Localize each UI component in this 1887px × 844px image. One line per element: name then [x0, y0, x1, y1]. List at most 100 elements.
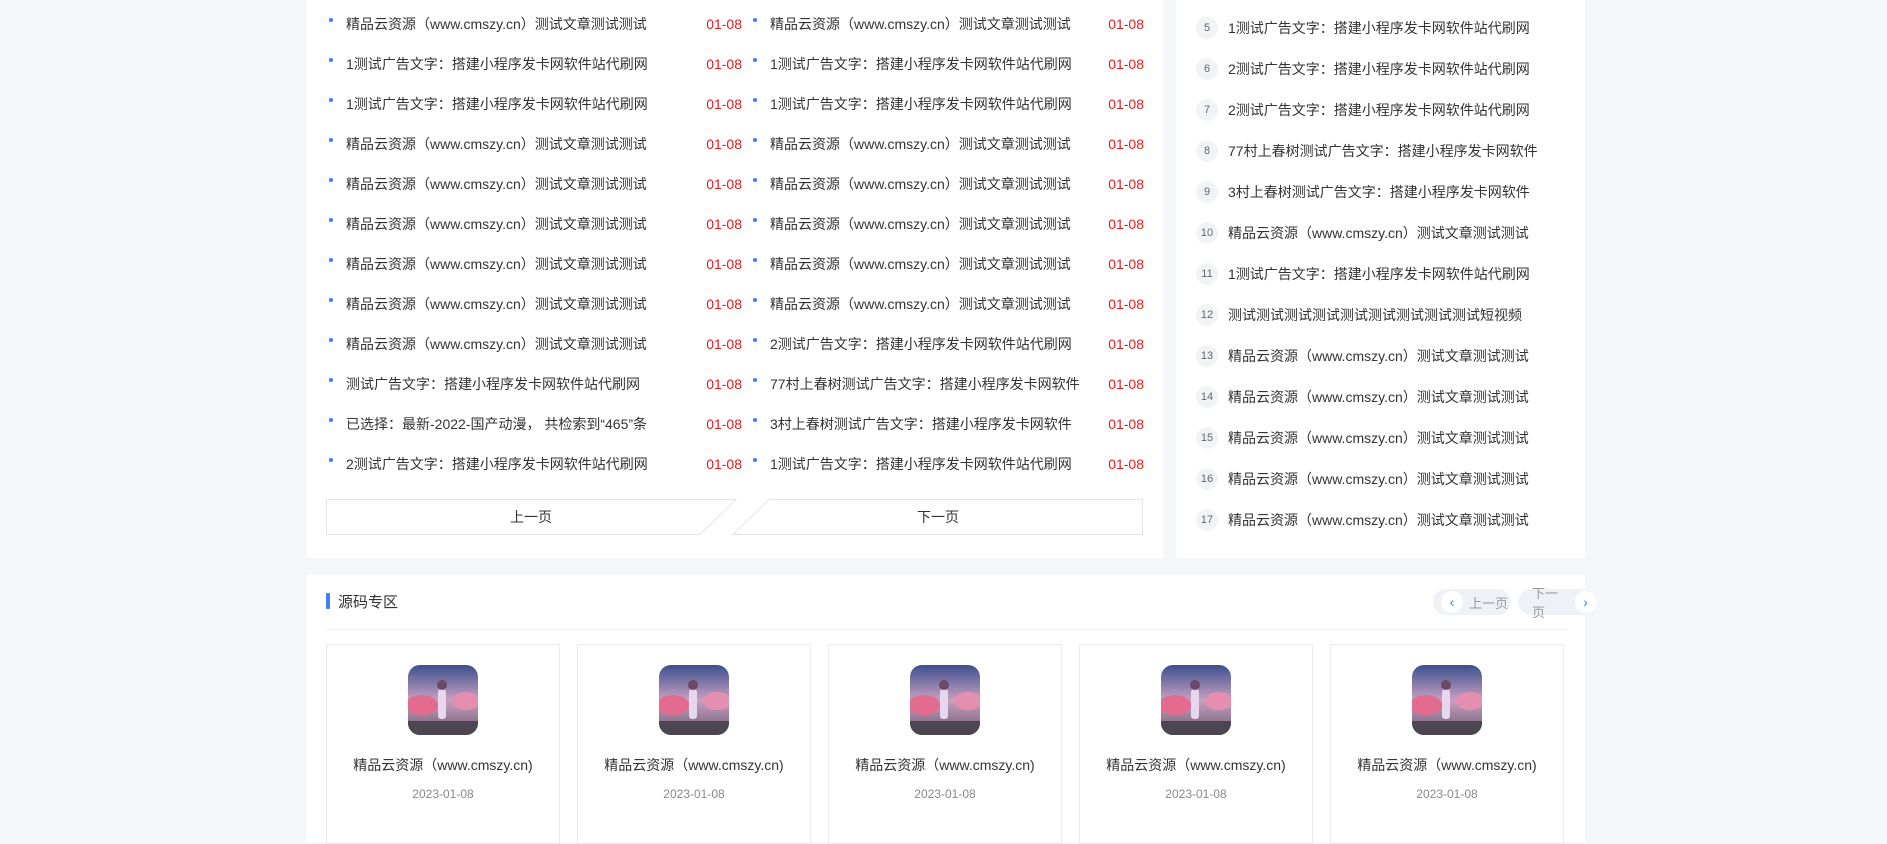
ranking-item[interactable]: 11 1测试广告文字：搭建小程序发卡网软件站代刷网: [1196, 253, 1538, 294]
article-date: 01-08: [706, 376, 742, 392]
article-date: 01-08: [1108, 216, 1144, 232]
article-item[interactable]: 精品云资源（www.cmszy.cn）测试文章测试测试 01-08: [326, 324, 750, 364]
ranking-title: 精品云资源（www.cmszy.cn）测试文章测试测试: [1228, 347, 1529, 364]
ranking-item[interactable]: 10 精品云资源（www.cmszy.cn）测试文章测试测试: [1196, 212, 1538, 253]
article-title: 测试广告文字：搭建小程序发卡网软件站代刷网: [346, 376, 640, 392]
article-date: 01-08: [706, 416, 742, 432]
bullet-dot-icon: [753, 218, 757, 222]
section-prev-button[interactable]: ‹ 上一页: [1433, 589, 1511, 615]
article-list: 精品云资源（www.cmszy.cn）测试文章测试测试 01-08 精品云资源（w…: [326, 0, 1144, 484]
article-item[interactable]: 精品云资源（www.cmszy.cn）测试文章测试测试 01-08: [750, 124, 1144, 164]
ranking-item[interactable]: 7 2测试广告文字：搭建小程序发卡网软件站代刷网: [1196, 89, 1538, 130]
article-item[interactable]: 精品云资源（www.cmszy.cn）测试文章测试测试 01-08: [750, 284, 1144, 324]
article-title: 77村上春树测试广告文字：搭建小程序发卡网软件: [770, 376, 1080, 392]
section-title: 源码专区: [338, 594, 399, 611]
card-title: 精品云资源（www.cmszy.cn): [1357, 757, 1537, 773]
bullet-dot-icon: [329, 418, 333, 422]
ranking-title: 精品云资源（www.cmszy.cn）测试文章测试测试: [1228, 429, 1529, 446]
ranking-title: 2测试广告文字：搭建小程序发卡网软件站代刷网: [1228, 101, 1530, 118]
article-item[interactable]: 测试广告文字：搭建小程序发卡网软件站代刷网 01-08: [326, 364, 750, 404]
bullet-dot-icon: [753, 458, 757, 462]
article-date: 01-08: [1108, 296, 1144, 312]
ranking-item[interactable]: 9 3村上春树测试广告文字：搭建小程序发卡网软件: [1196, 171, 1538, 212]
resource-card[interactable]: 精品云资源（www.cmszy.cn) 2023-01-08: [828, 644, 1062, 844]
rank-number: 17: [1196, 508, 1218, 531]
ranking-item[interactable]: 13 精品云资源（www.cmszy.cn）测试文章测试测试: [1196, 335, 1538, 376]
card-title: 精品云资源（www.cmszy.cn): [604, 757, 784, 773]
article-item[interactable]: 精品云资源（www.cmszy.cn）测试文章测试测试 01-08: [326, 164, 750, 204]
resource-card[interactable]: 精品云资源（www.cmszy.cn) 2023-01-08: [1079, 644, 1313, 844]
ranking-title: 2测试广告文字：搭建小程序发卡网软件站代刷网: [1228, 60, 1530, 77]
article-title: 精品云资源（www.cmszy.cn）测试文章测试测试: [770, 296, 1071, 312]
ranking-item[interactable]: 12 测试测试测试测试测试测试测试测试测试短视频: [1196, 294, 1538, 335]
article-item[interactable]: 2测试广告文字：搭建小程序发卡网软件站代刷网 01-08: [326, 444, 750, 484]
ranking-item[interactable]: 14 精品云资源（www.cmszy.cn）测试文章测试测试: [1196, 376, 1538, 417]
rank-number: 10: [1196, 221, 1218, 244]
section-header: 源码专区 ‹ 上一页 下一页 ›: [326, 575, 1596, 630]
article-item[interactable]: 精品云资源（www.cmszy.cn）测试文章测试测试 01-08: [326, 204, 750, 244]
article-title: 精品云资源（www.cmszy.cn）测试文章测试测试: [346, 296, 647, 312]
article-item[interactable]: 1测试广告文字：搭建小程序发卡网软件站代刷网 01-08: [750, 84, 1144, 124]
section-next-button[interactable]: 下一页 ›: [1518, 586, 1596, 620]
article-item[interactable]: 精品云资源（www.cmszy.cn）测试文章测试测试 01-08: [750, 204, 1144, 244]
article-item[interactable]: 精品云资源（www.cmszy.cn）测试文章测试测试 01-08: [326, 124, 750, 164]
article-date: 01-08: [1108, 136, 1144, 152]
ranking-title: 精品云资源（www.cmszy.cn）测试文章测试测试: [1228, 511, 1529, 528]
bullet-dot-icon: [329, 58, 333, 62]
article-date: 01-08: [706, 176, 742, 192]
rank-number: 8: [1196, 139, 1218, 162]
card-date: 2023-01-08: [1165, 787, 1227, 801]
bullet-dot-icon: [329, 138, 333, 142]
ranking-title: 1测试广告文字：搭建小程序发卡网软件站代刷网: [1228, 265, 1530, 282]
bullet-dot-icon: [753, 18, 757, 22]
next-page-button[interactable]: 下一页: [733, 499, 1143, 535]
bullet-dot-icon: [329, 218, 333, 222]
article-title: 1测试广告文字：搭建小程序发卡网软件站代刷网: [770, 96, 1072, 112]
article-date: 01-08: [1108, 256, 1144, 272]
prev-page-button[interactable]: 上一页: [326, 499, 736, 535]
ranking-item[interactable]: 15 精品云资源（www.cmszy.cn）测试文章测试测试: [1196, 417, 1538, 458]
card-title: 精品云资源（www.cmszy.cn): [353, 757, 533, 773]
article-item[interactable]: 精品云资源（www.cmszy.cn）测试文章测试测试 01-08: [750, 4, 1144, 44]
article-item[interactable]: 1测试广告文字：搭建小程序发卡网软件站代刷网 01-08: [750, 444, 1144, 484]
ranking-list: 5 1测试广告文字：搭建小程序发卡网软件站代刷网 6 2测试广告文字：搭建小程序发卡…: [1196, 7, 1538, 540]
article-date: 01-08: [706, 56, 742, 72]
bullet-dot-icon: [329, 338, 333, 342]
ranking-item[interactable]: 8 77村上春树测试广告文字：搭建小程序发卡网软件: [1196, 130, 1538, 171]
article-item[interactable]: 1测试广告文字：搭建小程序发卡网软件站代刷网 01-08: [750, 44, 1144, 84]
chevron-right-icon: ›: [1575, 591, 1596, 613]
article-item[interactable]: 1测试广告文字：搭建小程序发卡网软件站代刷网 01-08: [326, 44, 750, 84]
card-date: 2023-01-08: [412, 787, 474, 801]
article-date: 01-08: [706, 296, 742, 312]
ranking-item[interactable]: 5 1测试广告文字：搭建小程序发卡网软件站代刷网: [1196, 7, 1538, 48]
ranking-panel: 5 1测试广告文字：搭建小程序发卡网软件站代刷网 6 2测试广告文字：搭建小程序发卡…: [1176, 0, 1585, 558]
rank-number: 14: [1196, 385, 1218, 408]
article-date: 01-08: [1108, 16, 1144, 32]
ranking-title: 3村上春树测试广告文字：搭建小程序发卡网软件: [1228, 183, 1530, 200]
bullet-dot-icon: [329, 458, 333, 462]
article-date: 01-08: [706, 456, 742, 472]
ranking-item[interactable]: 17 精品云资源（www.cmszy.cn）测试文章测试测试: [1196, 499, 1538, 540]
article-item[interactable]: 精品云资源（www.cmszy.cn）测试文章测试测试 01-08: [750, 244, 1144, 284]
bullet-dot-icon: [753, 338, 757, 342]
thumbnail-image: [659, 665, 729, 735]
ranking-title: 测试测试测试测试测试测试测试测试测试短视频: [1228, 306, 1522, 323]
article-item[interactable]: 2测试广告文字：搭建小程序发卡网软件站代刷网 01-08: [750, 324, 1144, 364]
article-item[interactable]: 精品云资源（www.cmszy.cn）测试文章测试测试 01-08: [326, 284, 750, 324]
resource-card[interactable]: 精品云资源（www.cmszy.cn) 2023-01-08: [1330, 644, 1564, 844]
article-item[interactable]: 3村上春树测试广告文字：搭建小程序发卡网软件 01-08: [750, 404, 1144, 444]
article-item[interactable]: 精品云资源（www.cmszy.cn）测试文章测试测试 01-08: [326, 244, 750, 284]
ranking-title: 1测试广告文字：搭建小程序发卡网软件站代刷网: [1228, 19, 1530, 36]
article-date: 01-08: [706, 136, 742, 152]
ranking-item[interactable]: 6 2测试广告文字：搭建小程序发卡网软件站代刷网: [1196, 48, 1538, 89]
article-date: 01-08: [1108, 56, 1144, 72]
ranking-item[interactable]: 16 精品云资源（www.cmszy.cn）测试文章测试测试: [1196, 458, 1538, 499]
article-item[interactable]: 已选择：最新-2022-国产动漫， 共检索到“465”条 01-08: [326, 404, 750, 444]
rank-number: 15: [1196, 426, 1218, 449]
article-item[interactable]: 77村上春树测试广告文字：搭建小程序发卡网软件 01-08: [750, 364, 1144, 404]
resource-card[interactable]: 精品云资源（www.cmszy.cn) 2023-01-08: [326, 644, 560, 844]
article-item[interactable]: 精品云资源（www.cmszy.cn）测试文章测试测试 01-08: [750, 164, 1144, 204]
article-item[interactable]: 精品云资源（www.cmszy.cn）测试文章测试测试 01-08: [326, 4, 750, 44]
article-item[interactable]: 1测试广告文字：搭建小程序发卡网软件站代刷网 01-08: [326, 84, 750, 124]
resource-card[interactable]: 精品云资源（www.cmszy.cn) 2023-01-08: [577, 644, 811, 844]
